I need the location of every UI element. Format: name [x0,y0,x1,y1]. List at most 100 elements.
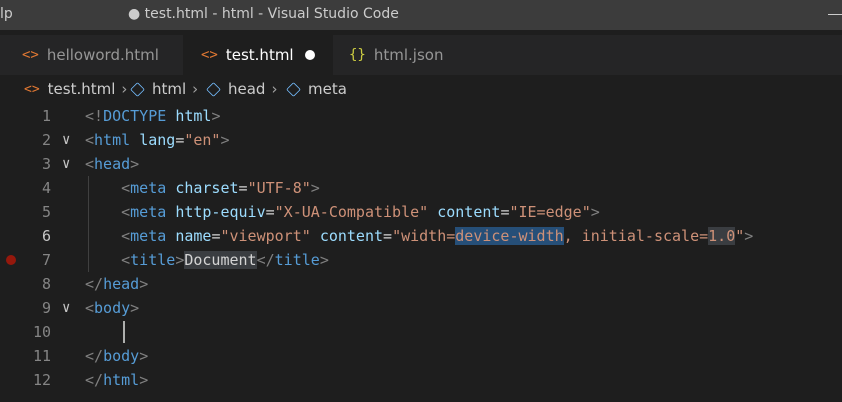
chevron-right-icon: › [121,80,128,98]
fold-chevron-icon[interactable]: ∨ [62,296,70,320]
code-token: body [103,347,140,365]
code-token: "viewport" [220,227,311,245]
code-text: <meta http-equiv="X-UA-Compatible" conte… [85,200,600,224]
line-number[interactable]: 9 [0,296,51,320]
code-token: , initial-scale= [563,227,709,245]
code-line[interactable]: 11 </body> [0,344,842,368]
fold-chevron-icon[interactable]: ∨ [62,128,70,152]
tab-test-html[interactable]: <> test.html [183,35,333,75]
chevron-right-icon: › [271,80,278,98]
line-number[interactable]: 11 [0,344,51,368]
code-token: > [310,179,320,197]
code-line[interactable]: 2 ∨ <html lang="en"> [0,128,842,152]
code-token: = [238,179,248,197]
breadcrumb-item-head[interactable]: head › [206,80,278,98]
code-line[interactable]: 12 </html> [0,368,842,392]
code-text: <html lang="en"> [85,128,230,152]
code-text: <!DOCTYPE html> [85,104,220,128]
minimize-button[interactable] [828,14,842,15]
code-line[interactable]: 3 ∨ <head> [0,152,842,176]
code-token: </ [85,347,104,365]
fold-chevron-icon[interactable]: ∨ [62,152,70,176]
tab-helloword-html[interactable]: <> helloword.html [0,35,183,75]
code-token: DOCTYPE [103,107,167,125]
breadcrumb-file-label: test.html [47,80,116,98]
code-line[interactable]: 10 [0,320,842,344]
code-token: < [121,179,131,197]
tab-html-json[interactable]: {} html.json [333,35,483,75]
code-line[interactable]: 5 <meta http-equiv="X-UA-Compatible" con… [0,200,842,224]
title-bar: lp ● test.html - html - Visual Studio Co… [0,0,842,30]
breadcrumb-item-label: head [228,80,266,98]
line-number[interactable]: 10 [0,320,51,344]
code-token: head [94,155,131,173]
code-token: "en" [184,131,221,149]
html-file-icon: <> [201,47,218,63]
code-token: html [94,131,131,149]
line-number[interactable]: 1 [0,104,51,128]
code-token: title [130,251,176,269]
symbol-element-icon [130,81,145,97]
breadcrumb-item-html[interactable]: html › [130,80,198,98]
code-token: body [94,299,131,317]
code-token: > [220,131,230,149]
symbol-element-icon [206,81,221,97]
code-token: > [744,227,754,245]
code-token: lang [139,131,176,149]
line-number[interactable]: 8 [0,272,51,296]
window-title: ● test.html - html - Visual Studio Code [128,6,399,22]
breadcrumb-file[interactable]: <> test.html › [24,80,127,98]
code-token: < [121,251,131,269]
code-token: name [175,227,212,245]
code-token: </ [85,371,104,389]
code-text: <title>Document</title> [85,248,329,272]
code-token: < [121,203,131,221]
breadcrumb-item-meta[interactable]: meta [286,80,347,98]
code-line[interactable]: 6 <meta name="viewport" content="width=d… [0,224,842,248]
line-number[interactable]: 3 [0,152,51,176]
line-number[interactable]: 12 [0,368,51,392]
code-token: "IE=edge" [509,203,591,221]
code-token: </ [85,275,104,293]
code-token: > [130,299,140,317]
code-token: device-width [455,227,564,245]
code-line[interactable]: 4 <meta charset="UTF-8"> [0,176,842,200]
code-editor[interactable]: 1 <!DOCTYPE html> 2 ∨ <html lang="en"> 3 ∨ <hea… [0,104,842,402]
code-text: </body> [85,344,148,368]
code-line[interactable]: 7 <title>Document</title> [0,248,842,272]
json-file-icon: {} [349,47,366,63]
code-token: < [85,131,95,149]
code-token: < [85,299,95,317]
code-line[interactable]: 1 <!DOCTYPE html> [0,104,842,128]
code-line[interactable]: 8 </head> [0,272,842,296]
breadcrumb: <> test.html › html › head › meta [0,78,842,102]
tab-label: test.html [225,46,294,64]
tab-bar: <> helloword.html <> test.html {} html.j… [0,35,842,75]
html-file-icon: <> [22,47,39,63]
breadcrumb-item-label: meta [308,80,347,98]
code-token: "UTF-8" [247,179,311,197]
line-number[interactable]: 5 [0,200,51,224]
code-line[interactable]: 9 ∨ <body> [0,296,842,320]
breakpoint-icon[interactable] [6,255,16,265]
line-number[interactable]: 2 [0,128,51,152]
code-token: html [103,371,140,389]
line-number[interactable]: 6 [0,224,51,248]
code-token: <! [85,107,104,125]
code-token: head [103,275,140,293]
breadcrumb-item-label: html [152,80,187,98]
code-text: </head> [85,272,148,296]
code-token: Document [184,251,257,269]
code-token: > [175,251,185,269]
line-number[interactable]: 4 [0,176,51,200]
code-token: meta [130,179,167,197]
code-token: > [130,155,140,173]
unsaved-dot-icon[interactable] [305,50,315,60]
code-token: > [211,107,221,125]
code-token: html [175,107,212,125]
